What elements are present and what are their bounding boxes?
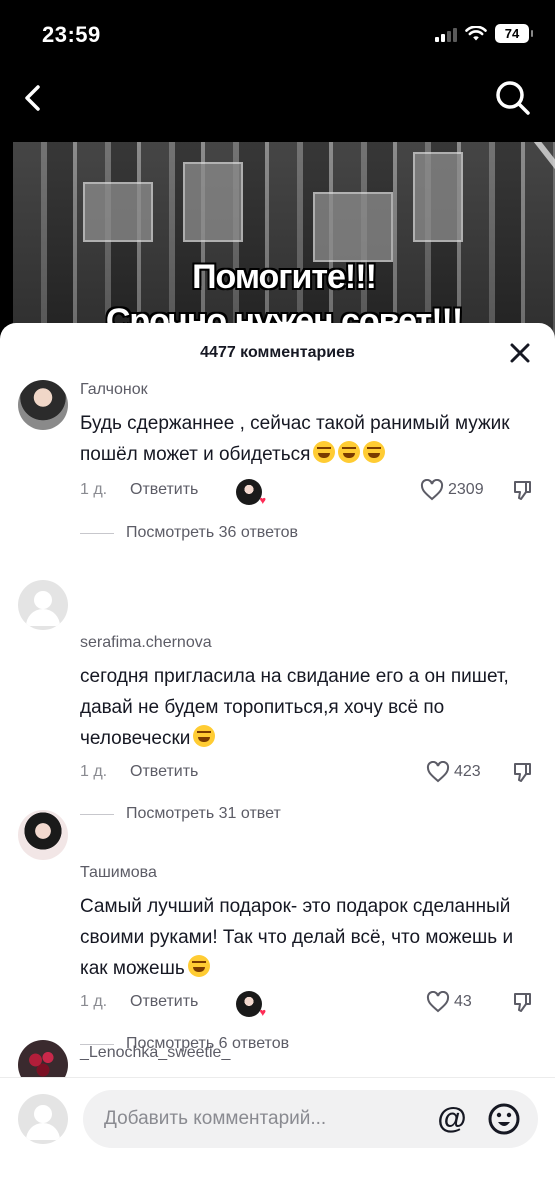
comment-meta: 1 д. Ответить [80,993,198,1011]
dislike-icon[interactable] [511,479,533,501]
comment-text: Самый лучший подарок- это подарок сделан… [80,891,520,984]
avatar[interactable] [18,580,68,630]
creator-liked-avatar: ♥ [236,991,266,1019]
rofl-emoji-icon [313,441,336,463]
comment-item: _Lenochka_sweetie_ [0,1035,555,1077]
comment-text-body: Будь сдержаннее , сейчас такой ранимый м… [80,413,510,465]
rofl-emoji-icon [363,441,386,463]
close-icon[interactable] [509,342,531,364]
like-button[interactable]: 423 [426,761,481,783]
emoji-icon[interactable] [487,1102,521,1136]
avatar[interactable] [18,1040,68,1077]
comment-item: serafima.chernova сегодня пригласила на … [0,575,555,822]
search-icon[interactable] [493,78,533,118]
comment-username[interactable]: Ташимова [80,864,157,882]
comment-meta: 1 д. Ответить [80,481,198,499]
default-avatar-icon [26,1105,60,1140]
status-time: 23:59 [42,22,101,47]
comment-username[interactable]: Галчонок [80,381,148,399]
video-window [83,182,153,242]
reply-button[interactable]: Ответить [130,481,198,499]
avatar[interactable] [18,810,68,860]
video-window [413,152,463,242]
comment-age: 1 д. [80,993,108,1010]
dislike-icon[interactable] [511,991,533,1013]
wifi-icon [465,25,487,40]
view-replies-label: Посмотреть 36 ответов [126,524,298,541]
comment-input-bar: Добавить комментарий... @ [0,1077,555,1200]
comment-item: Галчонок Будь сдержаннее , сейчас такой … [0,375,555,605]
status-icons: 74 [435,24,533,43]
rofl-emoji-icon [338,441,361,463]
comment-meta: 1 д. Ответить [80,763,198,781]
reply-button[interactable]: Ответить [130,993,198,1011]
heart-outline-icon [426,991,450,1013]
heart-icon: ♥ [259,495,266,507]
sheet-header: 4477 комментариев [0,323,555,383]
mention-button[interactable]: @ [435,1102,469,1136]
dislike-icon[interactable] [511,761,533,783]
my-avatar [18,1094,68,1144]
comment-input[interactable]: Добавить комментарий... @ [83,1090,538,1148]
comment-list[interactable]: Галчонок Будь сдержаннее , сейчас такой … [0,375,555,1077]
comment-input-placeholder: Добавить комментарий... [104,1108,327,1129]
heart-outline-icon [426,761,450,783]
video-window [313,192,393,262]
like-button[interactable]: 43 [426,991,472,1013]
reply-button[interactable]: Ответить [130,763,198,781]
default-avatar-icon [26,591,60,626]
video-caption-line-1: Помогите!!! [192,258,377,296]
like-count: 423 [454,763,481,780]
like-count: 43 [454,993,472,1010]
comment-age: 1 д. [80,763,108,780]
laughing-emoji-icon [193,725,216,747]
comment-text: сегодня пригласила на свидание его а он … [80,661,520,754]
comments-sheet: 4477 комментариев Галчонок Будь сдержанн… [0,323,555,1200]
comment-item: Ташимова Самый лучший подарок- это подар… [0,805,555,1052]
creator-liked-avatar: ♥ [236,479,266,507]
heart-icon: ♥ [259,1007,266,1019]
like-button[interactable]: 2309 [420,479,484,501]
signal-icon [435,26,457,42]
comment-username[interactable]: serafima.chernova [80,634,212,652]
heart-outline-icon [420,479,444,501]
comment-count-title: 4477 комментариев [200,344,355,361]
comment-text-body: Самый лучший подарок- это подарок сделан… [80,896,514,979]
top-nav [0,70,555,140]
like-count: 2309 [448,481,484,498]
comment-username[interactable]: _Lenochka_sweetie_ [80,1044,230,1062]
replies-divider [80,532,114,534]
battery-icon: 74 [495,24,533,43]
laughing-emoji-icon [187,955,210,977]
avatar[interactable] [18,380,68,430]
status-bar: 23:59 74 [0,0,555,70]
video-preview[interactable]: Помогите!!! Срочно нужен совет!!! [13,142,555,342]
comment-text: Будь сдержаннее , сейчас такой ранимый м… [80,408,520,470]
comment-text-body: сегодня пригласила на свидание его а он … [80,666,509,749]
video-window [183,162,243,242]
view-replies-button[interactable]: Посмотреть 36 ответов [80,524,298,542]
comment-age: 1 д. [80,481,108,498]
chevron-left-icon[interactable] [16,80,52,116]
video-pipe [519,142,555,329]
